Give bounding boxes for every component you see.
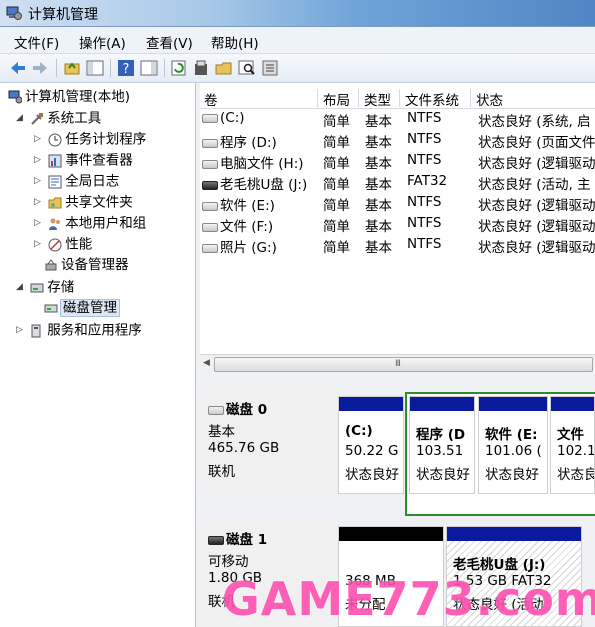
scroll-left-icon[interactable]: ◀	[203, 358, 210, 368]
partition-c[interactable]: (C:) 50.22 G 状态良好	[338, 396, 404, 494]
tree-item-event-viewer[interactable]: ▷ 事件查看器	[34, 150, 133, 171]
navigation-tree: 计算机管理(本地) ◢ 系统工具 ▷ 任务计划程序 ▷ 事件查看器 ▷ 全局日志…	[0, 83, 196, 627]
tree-item-task-scheduler[interactable]: ▷ 任务计划程序	[34, 129, 146, 150]
column-header-layout[interactable]: 布局	[319, 89, 359, 109]
volume-drive-icon	[202, 222, 218, 232]
volume-row[interactable]: 电脑文件 (H:) 简单 基本 NTFS 状态良好 (逻辑驱动	[200, 150, 595, 172]
tree-item-root[interactable]: 计算机管理(本地)	[8, 87, 130, 108]
up-folder-icon[interactable]	[62, 58, 82, 78]
refresh-icon[interactable]	[169, 58, 189, 78]
menu-help[interactable]: 帮助(H)	[211, 32, 259, 52]
properties-pane-icon[interactable]	[139, 58, 159, 78]
tools-icon	[31, 112, 44, 125]
open-folder-icon[interactable]	[214, 58, 234, 78]
hard-disk-icon	[208, 405, 224, 415]
expand-triangle-icon[interactable]: ▷	[34, 192, 44, 213]
partition-f[interactable]: 文件 102.1 状态良	[550, 396, 595, 494]
volume-row[interactable]: 文件 (F:) 简单 基本 NTFS 状态良好 (逻辑驱动	[200, 213, 595, 235]
volume-drive-icon	[202, 243, 218, 253]
volume-row[interactable]: 老毛桃U盘 (J:) 简单 基本 FAT32 状态良好 (活动, 主	[200, 171, 595, 193]
menu-action[interactable]: 操作(A)	[79, 32, 126, 52]
svg-text:?: ?	[123, 62, 130, 77]
column-header-filesystem[interactable]: 文件系统	[401, 89, 471, 109]
title-bar: 计算机管理	[0, 0, 595, 27]
show-hide-tree-icon[interactable]	[85, 58, 105, 78]
log-icon	[48, 175, 62, 188]
volume-drive-icon	[202, 113, 218, 123]
expand-triangle-icon[interactable]: ▷	[16, 320, 26, 341]
services-icon	[31, 324, 41, 337]
settings-icon[interactable]	[260, 58, 280, 78]
column-header-type[interactable]: 类型	[360, 89, 400, 109]
removable-disk-icon	[208, 535, 224, 545]
volume-drive-icon	[202, 138, 218, 148]
volume-row[interactable]: 照片 (G:) 简单 基本 NTFS 状态良好 (逻辑驱动	[200, 234, 595, 256]
tree-item-storage[interactable]: ◢ 存储	[16, 277, 74, 298]
forward-arrow-icon[interactable]	[30, 58, 50, 78]
volume-list: 卷 布局 类型 文件系统 状态 (C:) 简单 基本 NTFS 状态良好 (系统…	[200, 83, 595, 378]
usb-drive-icon	[202, 180, 218, 190]
disk-management-icon	[44, 304, 58, 313]
volume-list-header: 卷 布局 类型 文件系统 状态	[200, 86, 595, 109]
event-viewer-icon	[48, 154, 62, 167]
scrollbar-thumb[interactable]: III	[214, 357, 593, 372]
volume-row[interactable]: (C:) 简单 基本 NTFS 状态良好 (系统, 启	[200, 108, 595, 130]
computer-management-icon	[6, 6, 22, 20]
tree-item-global-log[interactable]: ▷ 全局日志	[34, 171, 119, 192]
tree-item-disk-management[interactable]: 磁盘管理	[44, 298, 120, 319]
menu-bar: 文件(F) 操作(A) 查看(V) 帮助(H)	[0, 27, 595, 54]
expand-triangle-icon[interactable]: ▷	[34, 213, 44, 234]
tree-item-device-manager[interactable]: 设备管理器	[44, 255, 129, 276]
collapse-triangle-icon[interactable]: ◢	[16, 277, 26, 298]
tree-item-shared-folders[interactable]: ▷ 共享文件夹	[34, 192, 133, 213]
toolbar: ?	[0, 54, 595, 83]
tree-item-services-apps[interactable]: ▷ 服务和应用程序	[16, 320, 142, 341]
clock-icon	[48, 133, 62, 146]
device-manager-icon	[45, 259, 57, 271]
expand-triangle-icon[interactable]: ▷	[34, 129, 44, 150]
expand-triangle-icon[interactable]: ▷	[34, 171, 44, 192]
volume-row[interactable]: 程序 (D:) 简单 基本 NTFS 状态良好 (页面文件	[200, 129, 595, 151]
partition-d[interactable]: 程序 (D 103.51 状态良好	[409, 396, 475, 494]
menu-file[interactable]: 文件(F)	[14, 32, 59, 52]
tree-item-system-tools[interactable]: ◢ 系统工具	[16, 108, 101, 129]
column-header-status[interactable]: 状态	[472, 89, 595, 109]
volume-drive-icon	[202, 159, 218, 169]
computer-management-icon	[8, 90, 22, 104]
column-header-volume[interactable]: 卷	[200, 89, 318, 109]
back-arrow-icon[interactable]	[8, 58, 28, 78]
volume-row[interactable]: 软件 (E:) 简单 基本 NTFS 状态良好 (逻辑驱动	[200, 192, 595, 214]
volume-drive-icon	[202, 201, 218, 211]
partition-e[interactable]: 软件 (E: 101.06 ( 状态良好	[478, 396, 548, 494]
disk-0-label[interactable]: 磁盘 0 基本 465.76 GB 联机	[200, 390, 337, 494]
search-icon[interactable]	[237, 58, 257, 78]
collapse-triangle-icon[interactable]: ◢	[16, 108, 26, 129]
performance-icon	[48, 238, 62, 251]
tree-item-performance[interactable]: ▷ 性能	[34, 234, 92, 255]
help-icon[interactable]: ?	[116, 58, 136, 78]
tree-item-local-users[interactable]: ▷ 本地用户和组	[34, 213, 146, 234]
shared-folder-icon	[48, 197, 62, 208]
pane-divider[interactable]	[200, 372, 595, 380]
menu-view[interactable]: 查看(V)	[146, 32, 193, 52]
users-icon	[49, 218, 61, 230]
storage-icon	[30, 283, 44, 292]
site-watermark: GAME773.com	[222, 572, 595, 626]
export-icon[interactable]	[192, 58, 212, 78]
expand-triangle-icon[interactable]: ▷	[34, 150, 44, 171]
expand-triangle-icon[interactable]: ▷	[34, 234, 44, 255]
horizontal-scrollbar[interactable]: ◀ III	[200, 354, 595, 373]
window-title: 计算机管理	[28, 7, 98, 23]
